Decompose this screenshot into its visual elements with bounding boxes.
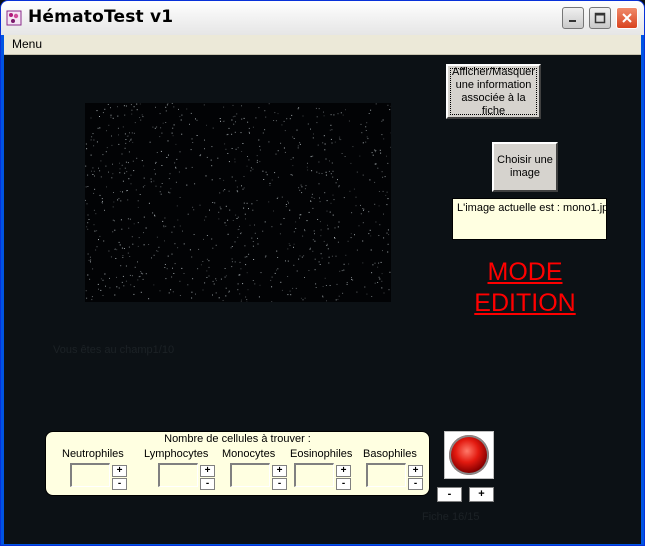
lymphocytes-input[interactable]: [158, 463, 198, 487]
neutrophiles-plus-button[interactable]: +: [112, 465, 127, 477]
lymphocytes-plus-button[interactable]: +: [200, 465, 215, 477]
record-icon: [449, 435, 489, 475]
cell-counter-panel: Nombre de cellules à trouver : Neutrophi…: [45, 431, 430, 496]
close-button[interactable]: [616, 7, 638, 29]
title-bar[interactable]: HématoTest v1: [1, 1, 644, 35]
eosinophiles-plus-button[interactable]: +: [336, 465, 351, 477]
microscope-app-icon[interactable]: [6, 10, 22, 26]
basophiles-input[interactable]: [366, 463, 406, 487]
monocytes-plus-button[interactable]: +: [272, 465, 287, 477]
minimize-icon: [569, 20, 576, 22]
close-icon: [622, 13, 632, 23]
menu-item-menu[interactable]: Menu: [12, 37, 42, 51]
label-eosinophiles: Eosinophiles: [290, 448, 353, 460]
neutrophiles-minus-button[interactable]: -: [112, 478, 127, 490]
maximize-icon: [594, 12, 606, 24]
menu-bar: Menu: [4, 35, 641, 55]
monocytes-input[interactable]: [230, 463, 270, 487]
minimize-button[interactable]: [562, 7, 584, 29]
window-title: HématoTest v1: [28, 7, 174, 27]
record-button[interactable]: [444, 431, 494, 479]
eosinophiles-minus-button[interactable]: -: [336, 478, 351, 490]
label-monocytes: Monocytes: [222, 448, 276, 460]
previous-fiche-button[interactable]: -: [437, 487, 462, 502]
basophiles-plus-button[interactable]: +: [408, 465, 423, 477]
toggle-info-button[interactable]: Afficher/Masquer une information associé…: [446, 64, 541, 119]
next-fiche-button[interactable]: +: [469, 487, 494, 502]
choose-image-button[interactable]: Choisir une image: [492, 142, 558, 192]
eosinophiles-input[interactable]: [294, 463, 334, 487]
toggle-info-label: Afficher/Masquer une information associé…: [452, 65, 535, 117]
client-area: Afficher/Masquer une information associé…: [4, 55, 641, 544]
label-neutrophiles: Neutrophiles: [62, 448, 124, 460]
counter-title: Nombre de cellules à trouver :: [164, 433, 311, 445]
label-basophiles: Basophiles: [363, 448, 417, 460]
maximize-button[interactable]: [589, 7, 611, 29]
mode-edition-link[interactable]: MODE EDITION: [447, 257, 603, 319]
current-image-box: L'image actuelle est : mono1.jp: [452, 198, 607, 240]
basophiles-minus-button[interactable]: -: [408, 478, 423, 490]
app-window: HématoTest v1 Menu Afficher/Masquer une …: [0, 0, 645, 546]
lymphocytes-minus-button[interactable]: -: [200, 478, 215, 490]
fiche-status: Fiche 16/15: [422, 511, 480, 523]
neutrophiles-input[interactable]: [70, 463, 110, 487]
label-lymphocytes: Lymphocytes: [144, 448, 209, 460]
monocytes-minus-button[interactable]: -: [272, 478, 287, 490]
microscope-image: [85, 103, 391, 302]
choose-image-label: Choisir une image: [497, 154, 553, 179]
field-status: Vous êtes au champ1/10: [53, 344, 175, 356]
